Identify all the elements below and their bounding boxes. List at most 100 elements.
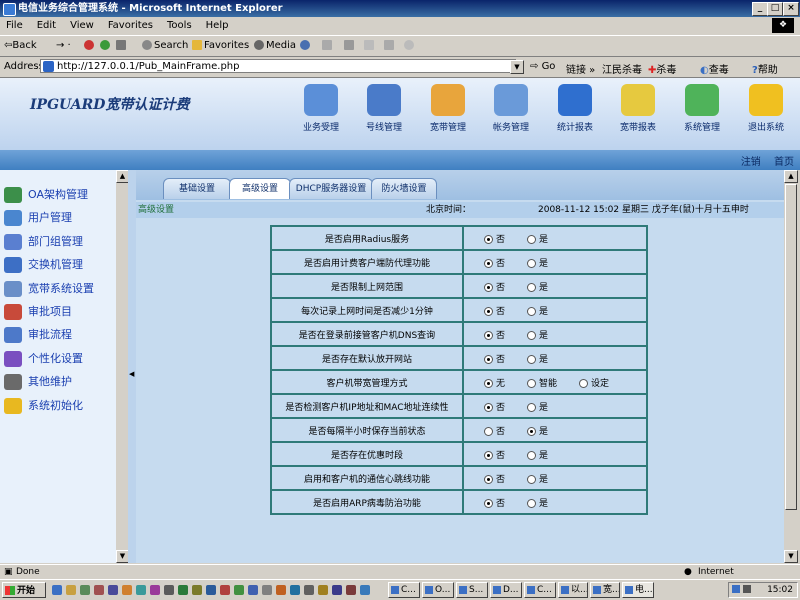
radio-button[interactable]	[527, 282, 537, 292]
radio-button[interactable]	[527, 378, 537, 388]
taskbar-button[interactable]: C...	[388, 582, 420, 598]
home-link[interactable]: 首页	[774, 157, 794, 168]
quicklaunch-app-icon[interactable]	[276, 585, 286, 595]
quicklaunch-explorer-icon[interactable]	[66, 585, 76, 595]
tray-ime-icon[interactable]	[732, 585, 740, 593]
scroll-thumb[interactable]	[785, 184, 797, 510]
radio-button[interactable]	[527, 450, 537, 460]
sidebar-item-switches[interactable]: 交换机管理	[4, 255, 83, 275]
radio-option[interactable]: 是	[527, 402, 548, 413]
quicklaunch-app-icon[interactable]	[94, 585, 104, 595]
messenger-icon[interactable]	[404, 36, 416, 56]
radio-option[interactable]: 是	[527, 474, 548, 485]
quicklaunch-app-icon[interactable]	[290, 585, 300, 595]
radio-button[interactable]	[484, 426, 493, 436]
help-link[interactable]: ?帮助	[752, 61, 778, 76]
radio-button[interactable]	[484, 330, 493, 340]
radio-option[interactable]: 否	[484, 330, 505, 341]
sidebar-item-personalize[interactable]: 个性化设置	[4, 349, 83, 369]
tab-firewall-settings[interactable]: 防火墙设置	[371, 178, 437, 199]
back-button[interactable]: ⇦Back	[4, 36, 37, 56]
edit-icon[interactable]	[364, 36, 376, 56]
taskbar-button[interactable]: 以...	[558, 582, 588, 598]
frame-splitter[interactable]: ◀	[128, 170, 136, 563]
quicklaunch-app-icon[interactable]	[234, 585, 244, 595]
nav-broadband-report[interactable]: 宽带报表	[609, 84, 667, 133]
menu-tools[interactable]: Tools	[167, 20, 192, 31]
radio-option[interactable]: 否	[484, 306, 505, 317]
radio-button[interactable]	[484, 474, 493, 484]
stop-icon[interactable]	[84, 36, 96, 56]
nav-statistics[interactable]: 统计报表	[546, 84, 604, 133]
quicklaunch-app-icon[interactable]	[262, 585, 272, 595]
nav-system[interactable]: 系统管理	[673, 84, 731, 133]
quicklaunch-ie-icon[interactable]	[52, 585, 62, 595]
radio-option[interactable]: 是	[527, 282, 548, 293]
radio-button[interactable]	[484, 354, 493, 364]
radio-option[interactable]: 否	[484, 402, 505, 413]
radio-option[interactable]: 否	[484, 234, 505, 245]
favorites-button[interactable]: Favorites	[192, 36, 249, 56]
radio-button[interactable]	[527, 426, 537, 436]
radio-button[interactable]	[527, 330, 537, 340]
radio-button[interactable]	[527, 402, 537, 412]
radio-option[interactable]: 否	[484, 498, 505, 509]
radio-button[interactable]	[527, 354, 537, 364]
radio-option[interactable]: 是	[527, 306, 548, 317]
taskbar-button[interactable]: O...	[422, 582, 454, 598]
radio-button[interactable]	[484, 258, 493, 268]
forward-button[interactable]: → ·	[56, 36, 71, 56]
collapse-arrow-icon[interactable]: ◀	[129, 370, 134, 378]
radio-button[interactable]	[484, 498, 493, 508]
quicklaunch-app-icon[interactable]	[206, 585, 216, 595]
radio-option[interactable]: 是	[527, 450, 548, 461]
menu-favorites[interactable]: Favorites	[108, 20, 153, 31]
minimize-button[interactable]: _	[752, 2, 768, 16]
radio-option[interactable]: 无	[484, 378, 505, 389]
tab-dhcp-settings[interactable]: DHCP服务器设置	[289, 178, 373, 199]
nav-business[interactable]: 业务受理	[292, 84, 350, 133]
quicklaunch-app-icon[interactable]	[220, 585, 230, 595]
radio-button[interactable]	[484, 402, 493, 412]
sidebar-item-init[interactable]: 系统初始化	[4, 396, 83, 416]
history-icon[interactable]	[300, 36, 312, 56]
taskbar-button[interactable]: C...	[524, 582, 556, 598]
radio-option[interactable]: 是	[527, 330, 548, 341]
sidebar-item-approval-items[interactable]: 审批项目	[4, 302, 72, 322]
start-button[interactable]: 开始	[2, 582, 46, 598]
quicklaunch-app-icon[interactable]	[248, 585, 258, 595]
quicklaunch-app-icon[interactable]	[150, 585, 160, 595]
radio-option[interactable]: 智能	[527, 378, 557, 389]
menu-file[interactable]: File	[6, 20, 23, 31]
window-title-bar[interactable]: 电信业务综合管理系统 - Microsoft Internet Explorer…	[0, 0, 800, 17]
radio-button[interactable]	[527, 234, 537, 244]
radio-button[interactable]	[484, 282, 493, 292]
quicklaunch-app-icon[interactable]	[108, 585, 118, 595]
quicklaunch-app-icon[interactable]	[178, 585, 188, 595]
radio-button[interactable]	[484, 306, 493, 316]
radio-button[interactable]	[527, 498, 537, 508]
radio-option[interactable]: 是	[527, 426, 548, 437]
radio-option[interactable]: 否	[484, 258, 505, 269]
print-icon[interactable]	[344, 36, 356, 56]
scroll-up-icon[interactable]: ▲	[784, 170, 798, 183]
sidebar-scrollbar[interactable]: ▲ ▼	[116, 170, 129, 563]
discuss-icon[interactable]	[384, 36, 396, 56]
quicklaunch-app-icon[interactable]	[360, 585, 370, 595]
radio-option[interactable]: 否	[484, 426, 505, 437]
menu-edit[interactable]: Edit	[37, 20, 56, 31]
maximize-button[interactable]: □	[767, 2, 783, 16]
address-input[interactable]: http://127.0.0.1/Pub_MainFrame.php	[40, 59, 516, 73]
go-button[interactable]: ⇨ Go	[530, 61, 555, 72]
quicklaunch-app-icon[interactable]	[304, 585, 314, 595]
radio-option[interactable]: 否	[484, 354, 505, 365]
tab-advanced-settings[interactable]: 高级设置	[229, 178, 291, 199]
menu-view[interactable]: View	[70, 20, 94, 31]
media-button[interactable]: Media	[254, 36, 296, 56]
radio-option[interactable]: 设定	[579, 378, 609, 389]
radio-button[interactable]	[484, 234, 493, 244]
home-icon[interactable]	[116, 36, 128, 56]
sidebar-item-approval-flow[interactable]: 审批流程	[4, 325, 72, 345]
taskbar-button[interactable]: D...	[490, 582, 522, 598]
quicklaunch-app-icon[interactable]	[332, 585, 342, 595]
